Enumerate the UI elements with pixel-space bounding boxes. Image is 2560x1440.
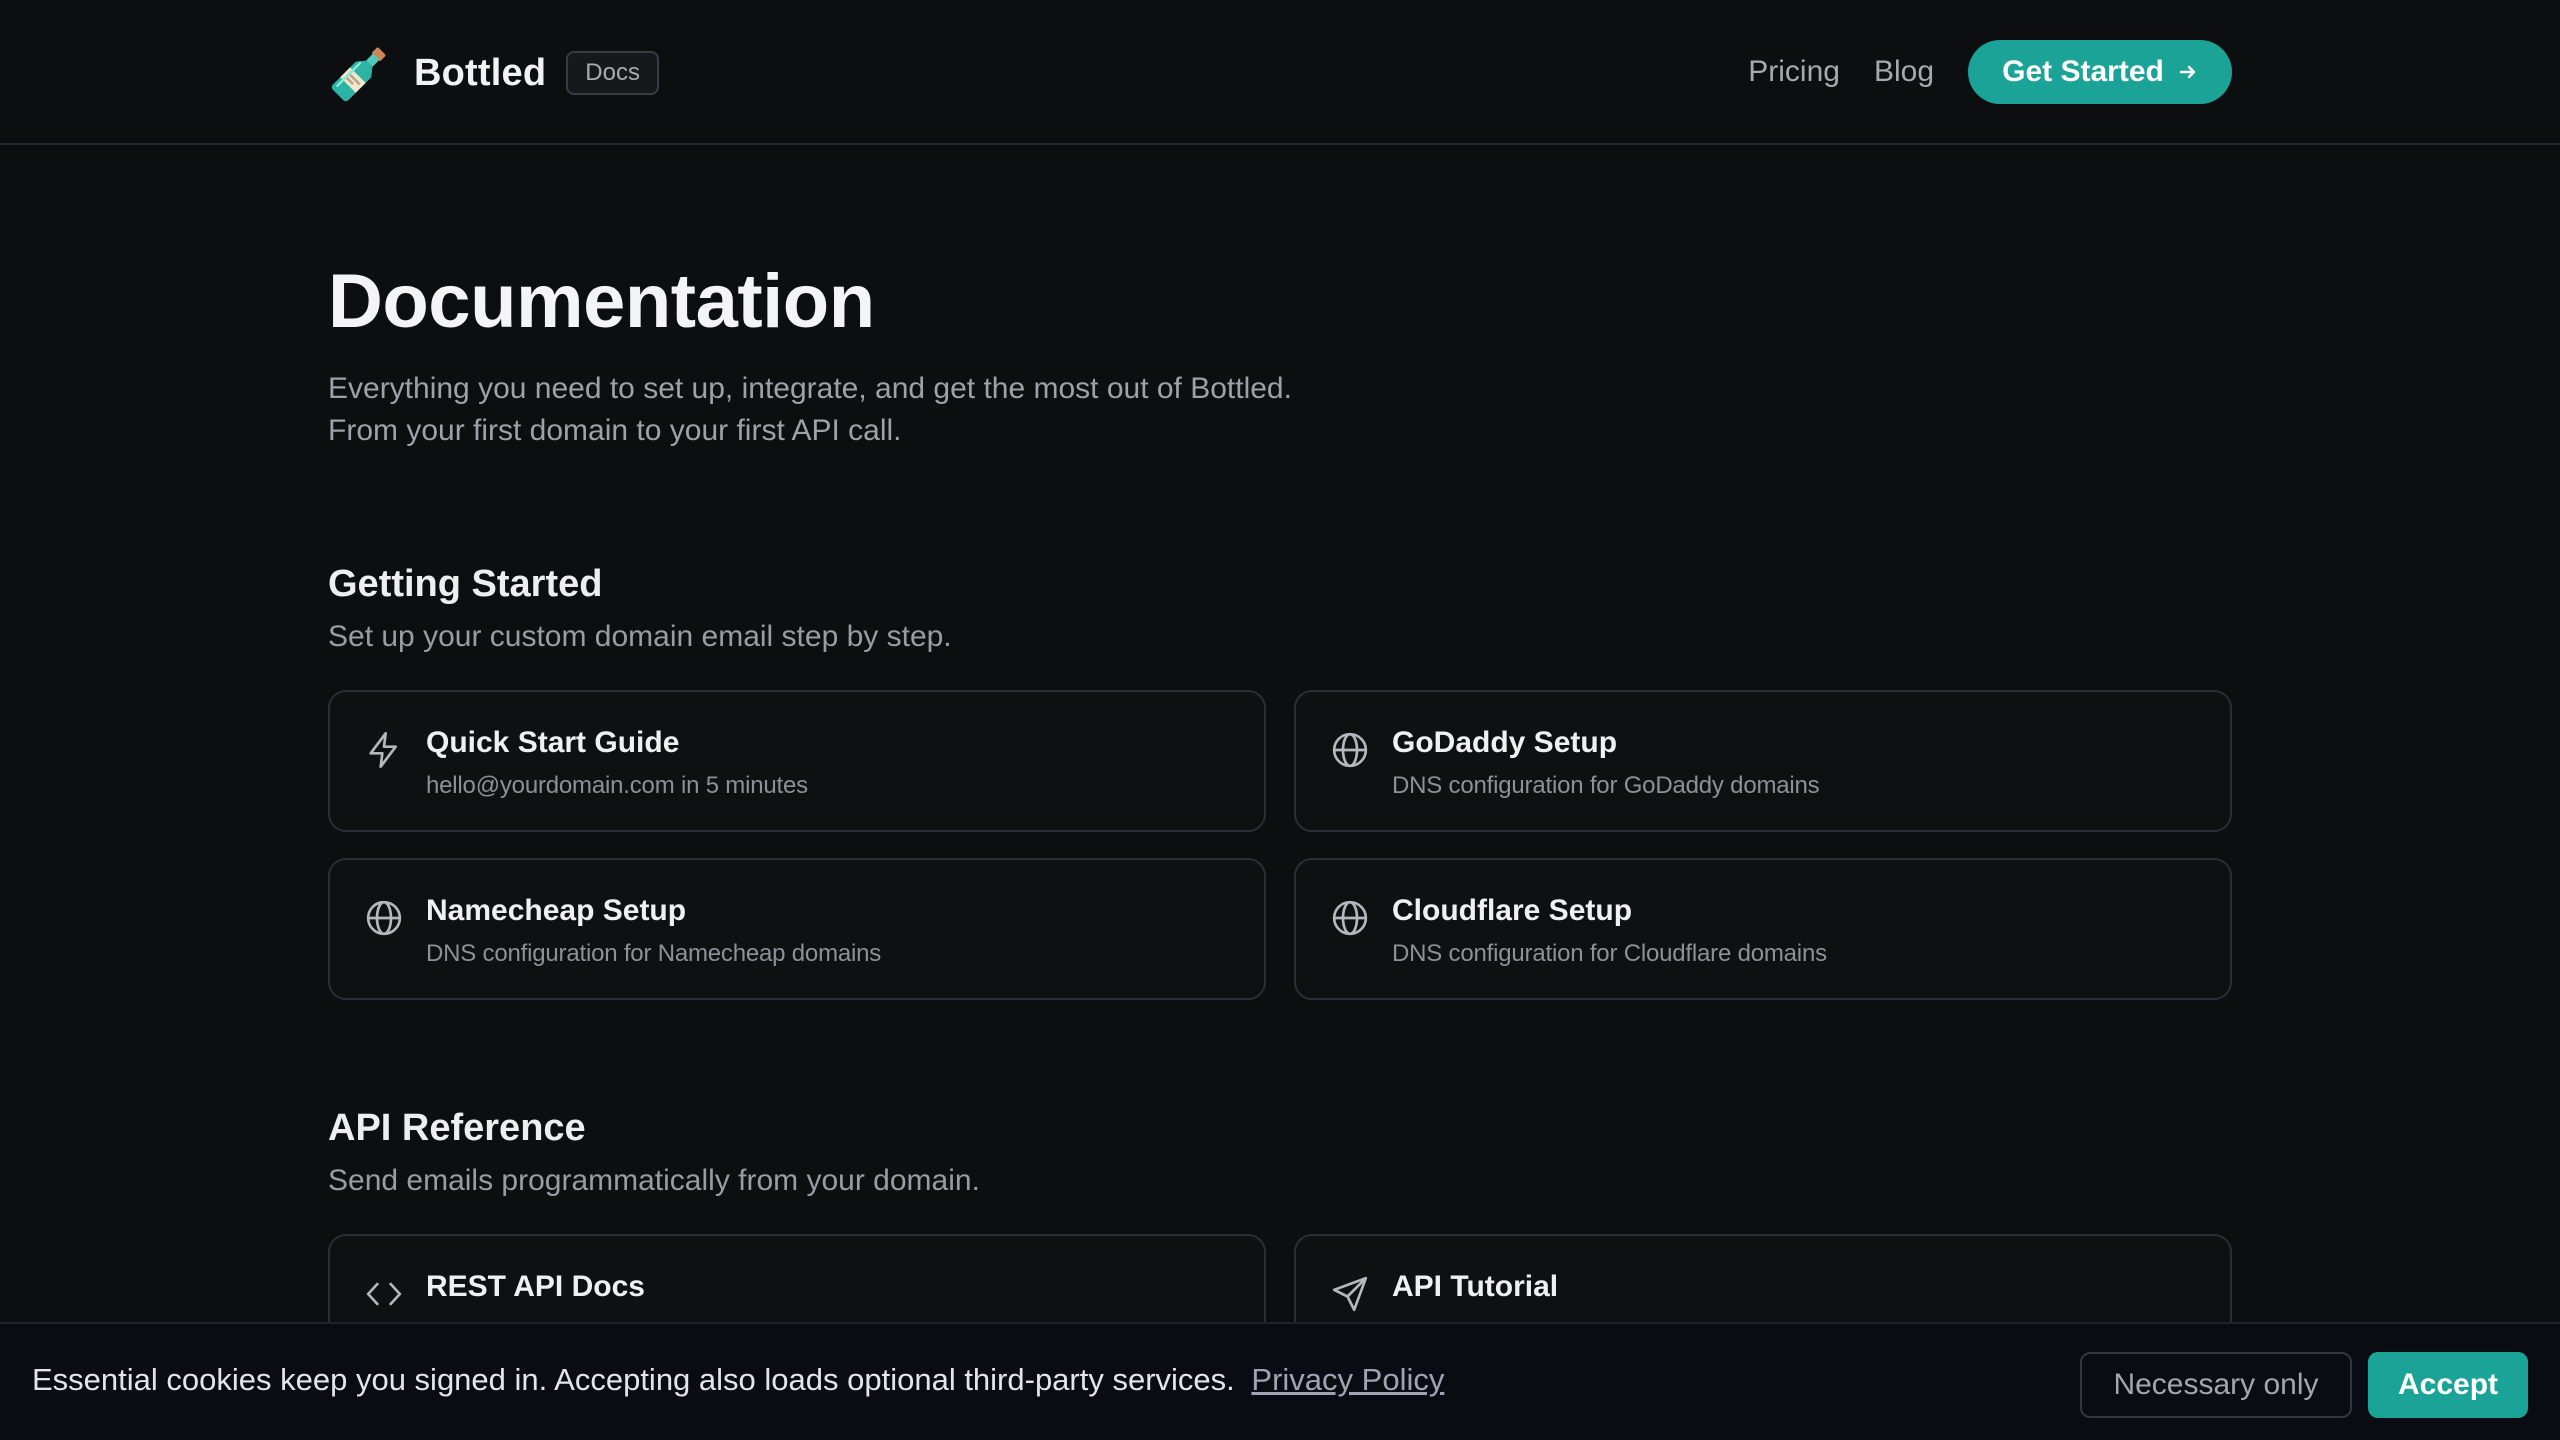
arrow-right-icon (2178, 62, 2198, 82)
card-quick-start[interactable]: Quick Start Guide hello@yourdomain.com i… (328, 689, 1266, 832)
card-grid: Quick Start Guide hello@yourdomain.com i… (328, 689, 2232, 1000)
bottle-icon (326, 39, 394, 107)
globe-icon (362, 896, 406, 940)
primary-nav: Pricing Blog Get Started (1748, 40, 2232, 104)
card-description: DNS configuration for Cloudflare domains (1392, 939, 1827, 967)
accept-button[interactable]: Accept (2368, 1352, 2528, 1418)
send-icon (1328, 1272, 1372, 1316)
card-cloudflare-setup[interactable]: Cloudflare Setup DNS configuration for C… (1294, 857, 2232, 1000)
section-title: Getting Started (328, 563, 603, 605)
necessary-only-button[interactable]: Necessary only (2080, 1352, 2352, 1418)
card-description: DNS configuration for GoDaddy domains (1392, 771, 1820, 799)
card-title: Quick Start Guide (426, 725, 680, 759)
card-title: GoDaddy Setup (1392, 725, 1618, 759)
globe-icon (1328, 728, 1372, 772)
brand-name: Bottled (414, 51, 547, 94)
docs-badge: Docs (566, 51, 659, 95)
top-nav: Bottled Docs Pricing Blog Get Started (0, 0, 2560, 145)
intro-section: Documentation Everything you need to set… (328, 260, 2232, 452)
cookie-banner: Essential cookies keep you signed in. Ac… (0, 1322, 2560, 1440)
section-subtitle: Send emails programmatically from your d… (328, 1163, 980, 1197)
section-title: API Reference (328, 1107, 586, 1149)
section-subtitle: Set up your custom domain email step by … (328, 619, 952, 653)
lightning-icon (362, 728, 406, 772)
card-namecheap-setup[interactable]: Namecheap Setup DNS configuration for Na… (328, 857, 1266, 1000)
brand[interactable]: Bottled Docs (326, 38, 659, 108)
page: Bottled Docs Pricing Blog Get Started Do… (0, 0, 2560, 1440)
intro-line-1: Everything you need to set up, integrate… (328, 371, 1292, 405)
privacy-policy-link[interactable]: Privacy Policy (1251, 1362, 1444, 1397)
card-godaddy-setup[interactable]: GoDaddy Setup DNS configuration for GoDa… (1294, 689, 2232, 832)
getting-started-section: Getting Started Set up your custom domai… (328, 562, 2232, 1000)
get-started-label: Get Started (2002, 55, 2164, 88)
card-title: API Tutorial (1392, 1269, 1559, 1303)
intro-line-2: From your first domain to your first API… (328, 413, 902, 447)
globe-icon (1328, 896, 1372, 940)
card-title: Namecheap Setup (426, 893, 687, 927)
get-started-button[interactable]: Get Started (1968, 40, 2232, 104)
nav-link-blog[interactable]: Blog (1874, 55, 1934, 89)
intro-text: Everything you need to set up, integrate… (328, 368, 2232, 452)
card-description: DNS configuration for Namecheap domains (426, 939, 882, 967)
code-icon (362, 1272, 406, 1316)
card-title: REST API Docs (426, 1269, 645, 1303)
cookie-message: Essential cookies keep you signed in. Ac… (32, 1362, 1444, 1398)
nav-link-pricing[interactable]: Pricing (1748, 55, 1840, 89)
card-description: hello@yourdomain.com in 5 minutes (426, 771, 808, 799)
card-title: Cloudflare Setup (1392, 893, 1633, 927)
page-title: Documentation (328, 259, 875, 344)
cookie-text: Essential cookies keep you signed in. Ac… (32, 1362, 1235, 1397)
